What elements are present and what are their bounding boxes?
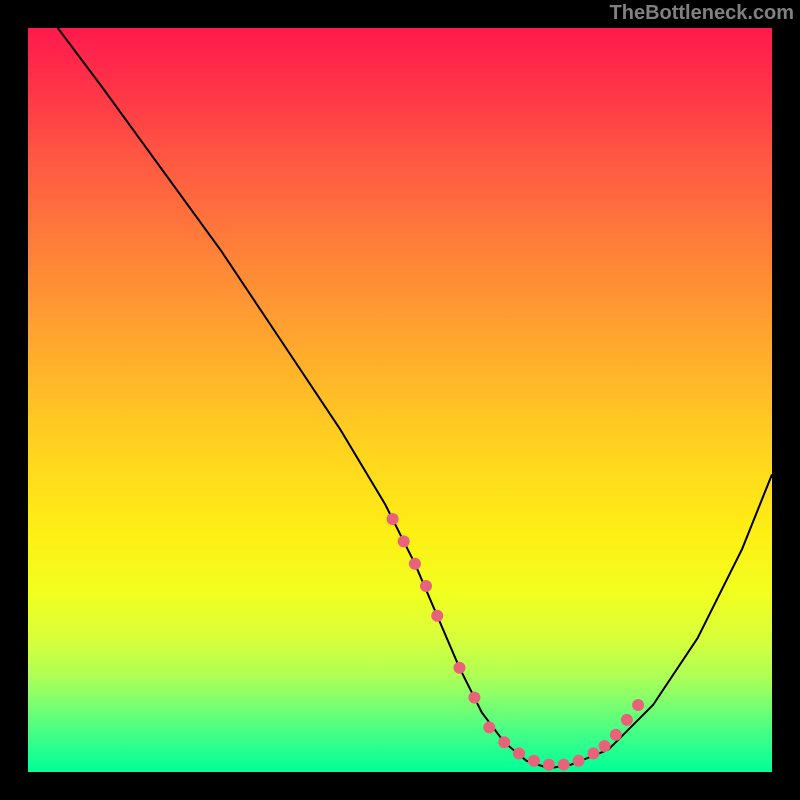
bottleneck-curve [58,28,772,768]
watermark-text: TheBottleneck.com [610,2,794,25]
data-marker [558,759,570,771]
data-marker [454,662,466,674]
data-marker [498,736,510,748]
data-marker [528,755,540,767]
data-marker [632,699,644,711]
data-marker [431,610,443,622]
data-marker [409,558,421,570]
data-marker [420,580,432,592]
chart-plot-area [28,28,772,772]
data-marker [610,729,622,741]
data-markers [387,513,644,771]
data-marker [543,759,555,771]
data-marker [599,740,611,752]
data-marker [573,755,585,767]
data-marker [398,535,410,547]
data-marker [483,721,495,733]
data-marker [468,692,480,704]
data-marker [387,513,399,525]
data-marker [587,747,599,759]
data-marker [513,747,525,759]
data-marker [621,714,633,726]
chart-svg [28,28,772,772]
